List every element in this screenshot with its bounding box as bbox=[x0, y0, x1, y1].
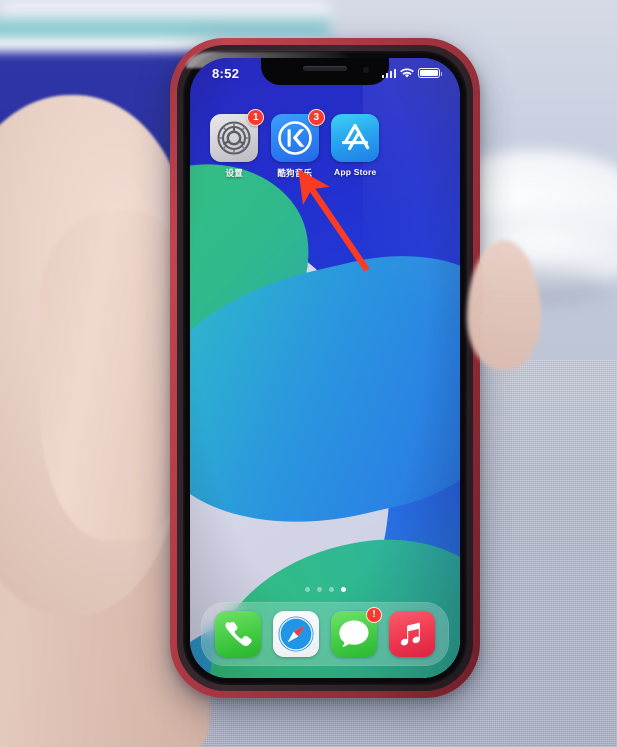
dock-item-messages[interactable]: ! bbox=[331, 607, 382, 657]
page-indicator-dots[interactable] bbox=[190, 587, 460, 592]
phone-screen[interactable]: 8:52 1 设置 3 酷狗音乐 App Store ! bbox=[190, 58, 460, 678]
kugou-label: 酷狗音乐 bbox=[277, 168, 313, 178]
dock: ! bbox=[201, 602, 449, 666]
app-store-label: App Store bbox=[334, 167, 377, 177]
phone-device: 8:52 1 设置 3 酷狗音乐 App Store ! bbox=[170, 38, 483, 698]
status-bar-clock: 8:52 bbox=[212, 65, 240, 81]
page-dot-3[interactable] bbox=[328, 587, 334, 592]
dock-item-music[interactable] bbox=[389, 611, 435, 657]
app-icon-kugou-music[interactable]: 3 酷狗音乐 bbox=[265, 109, 326, 179]
settings-icon-wrap[interactable]: 1 bbox=[210, 109, 265, 162]
photo-scene: 8:52 1 设置 3 酷狗音乐 App Store ! bbox=[0, 0, 617, 747]
home-screen-app-grid: 1 设置 3 酷狗音乐 App Store bbox=[190, 109, 460, 179]
kugou-badge: 3 bbox=[307, 109, 325, 126]
page-dot-4-active[interactable] bbox=[340, 587, 346, 592]
safari-icon[interactable] bbox=[273, 611, 319, 657]
hand-thumb bbox=[40, 210, 190, 540]
status-bar: 8:52 bbox=[190, 58, 460, 86]
dock-item-phone[interactable] bbox=[215, 611, 261, 657]
app-store-icon[interactable] bbox=[331, 114, 380, 162]
app-store-icon-wrap[interactable] bbox=[331, 114, 380, 162]
page-dot-2[interactable] bbox=[316, 587, 322, 592]
battery-icon bbox=[418, 67, 443, 79]
status-bar-indicators bbox=[381, 67, 443, 79]
music-icon[interactable] bbox=[389, 611, 435, 657]
messages-badge: ! bbox=[366, 607, 382, 623]
dock-item-safari[interactable] bbox=[273, 611, 319, 657]
app-icon-app-store[interactable]: App Store bbox=[325, 114, 386, 179]
settings-label: 设置 bbox=[225, 168, 243, 178]
phone-icon[interactable] bbox=[215, 611, 261, 657]
app-slot-empty bbox=[386, 114, 447, 179]
wifi-icon bbox=[400, 67, 414, 78]
cellular-signal-icon bbox=[381, 68, 396, 78]
kugou-icon-wrap[interactable]: 3 bbox=[270, 109, 325, 162]
settings-badge: 1 bbox=[247, 109, 265, 126]
page-dot-1[interactable] bbox=[304, 587, 310, 592]
app-icon-settings[interactable]: 1 设置 bbox=[204, 109, 265, 179]
